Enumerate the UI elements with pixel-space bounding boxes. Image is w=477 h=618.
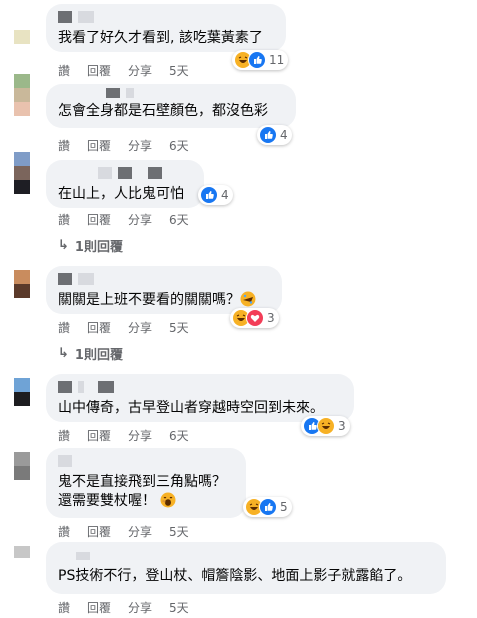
avatar[interactable] (14, 74, 32, 116)
like-button[interactable]: 讚 (58, 211, 70, 228)
reaction-count: 3 (338, 419, 346, 433)
share-button[interactable]: 分享 (128, 523, 152, 540)
reaction-count: 11 (269, 53, 285, 67)
comment-bubble: 在山上，人比鬼可怕 (46, 160, 204, 208)
comment-text: 怎會全身都是石壁顏色，都沒色彩 (58, 103, 268, 119)
like-button[interactable]: 讚 (58, 62, 70, 79)
comment-text: 我看了好久才看到, 該吃葉黃素了 (58, 30, 263, 46)
timestamp[interactable]: 6天 (169, 211, 189, 228)
comment-actions: 讚 回覆 分享 6天 (58, 211, 206, 228)
timestamp[interactable]: 5天 (169, 599, 189, 616)
love-reaction-icon (246, 309, 264, 327)
reply-button[interactable]: 回覆 (87, 211, 111, 228)
yawn-emoji-icon (160, 492, 176, 514)
commenter-name[interactable] (58, 273, 270, 285)
like-button[interactable]: 讚 (58, 599, 70, 616)
comment-text: 在山上，人比鬼可怕 (58, 186, 184, 202)
like-button[interactable]: 讚 (58, 319, 70, 336)
avatar[interactable] (14, 270, 32, 298)
reply-arrow-icon: ↳ (58, 346, 69, 361)
replies-count: 1則回覆 (74, 348, 123, 363)
commenter-name[interactable] (58, 381, 342, 393)
comment-actions: 讚 回覆 分享 5天 (58, 62, 206, 79)
like-button[interactable]: 讚 (58, 427, 70, 444)
like-button[interactable]: 讚 (58, 523, 70, 540)
like-reaction-icon (259, 126, 277, 144)
replies-count: 1則回覆 (74, 240, 123, 255)
reply-arrow-icon: ↳ (58, 238, 69, 253)
comment-actions: 讚 回覆 分享 5天 (58, 599, 206, 616)
share-button[interactable]: 分享 (128, 62, 152, 79)
avatar[interactable] (14, 546, 32, 558)
avatar[interactable] (14, 452, 32, 480)
comment-actions: 讚 回覆 分享 5天 (58, 319, 206, 336)
comment-bubble: 怎會全身都是石壁顏色，都沒色彩 (46, 84, 296, 128)
reply-button[interactable]: 回覆 (87, 62, 111, 79)
comment-text: PS技術不行，登山杖、帽簷陰影、地面上影子就露餡了。 (58, 568, 412, 584)
comment-bubble: PS技術不行，登山杖、帽簷陰影、地面上影子就露餡了。 (46, 542, 446, 594)
avatar[interactable] (14, 152, 32, 194)
comment-actions: 讚 回覆 分享 6天 (58, 427, 206, 444)
view-replies-link[interactable]: ↳ 1則回覆 (58, 236, 123, 255)
commenter-name[interactable] (98, 167, 192, 179)
timestamp[interactable]: 6天 (169, 137, 189, 154)
haha-reaction-icon (317, 417, 335, 435)
comment-bubble: 山中傳奇，古早登山者穿越時空回到未來。 (46, 374, 354, 422)
reply-button[interactable]: 回覆 (87, 427, 111, 444)
commenter-name[interactable] (106, 88, 284, 98)
reaction-count: 3 (267, 311, 275, 325)
avatar[interactable] (14, 30, 32, 44)
share-button[interactable]: 分享 (128, 427, 152, 444)
avatar[interactable] (14, 378, 32, 406)
like-reaction-icon (200, 186, 218, 204)
reply-button[interactable]: 回覆 (87, 319, 111, 336)
reaction-count: 4 (221, 188, 229, 202)
commenter-name[interactable] (58, 11, 274, 23)
reaction-summary[interactable]: 4 (257, 125, 292, 145)
share-button[interactable]: 分享 (128, 211, 152, 228)
like-reaction-icon (259, 498, 277, 516)
like-reaction-icon (248, 51, 266, 69)
timestamp[interactable]: 5天 (169, 523, 189, 540)
reply-button[interactable]: 回覆 (87, 599, 111, 616)
share-button[interactable]: 分享 (128, 319, 152, 336)
comment-bubble: 關關是上班不要看的關關嗎？ (46, 266, 282, 314)
timestamp[interactable]: 6天 (169, 427, 189, 444)
reply-button[interactable]: 回覆 (87, 137, 111, 154)
reaction-summary[interactable]: 5 (243, 497, 292, 517)
view-replies-link[interactable]: ↳ 1則回覆 (58, 344, 123, 363)
comment-text: 鬼不是直接飛到三角點嗎？ 還需要雙杖喔！ (58, 473, 234, 514)
comment-text: 山中傳奇，古早登山者穿越時空回到未來。 (58, 400, 324, 416)
reaction-summary[interactable]: 11 (232, 50, 289, 70)
commenter-name[interactable] (58, 455, 234, 467)
share-button[interactable]: 分享 (128, 599, 152, 616)
comment-actions: 讚 回覆 分享 6天 (58, 137, 206, 154)
commenter-name[interactable] (76, 552, 434, 560)
reply-button[interactable]: 回覆 (87, 523, 111, 540)
share-button[interactable]: 分享 (128, 137, 152, 154)
reaction-count: 5 (280, 500, 288, 514)
timestamp[interactable]: 5天 (169, 62, 189, 79)
comment-bubble: 我看了好久才看到, 該吃葉黃素了 (46, 4, 286, 52)
reaction-summary[interactable]: 3 (301, 416, 350, 436)
reaction-summary[interactable]: 3 (230, 308, 279, 328)
comment-actions: 讚 回覆 分享 5天 (58, 523, 206, 540)
reaction-count: 4 (280, 128, 288, 142)
like-button[interactable]: 讚 (58, 137, 70, 154)
timestamp[interactable]: 5天 (169, 319, 189, 336)
comment-bubble: 鬼不是直接飛到三角點嗎？ 還需要雙杖喔！ (46, 448, 246, 518)
reaction-summary[interactable]: 4 (198, 185, 233, 205)
